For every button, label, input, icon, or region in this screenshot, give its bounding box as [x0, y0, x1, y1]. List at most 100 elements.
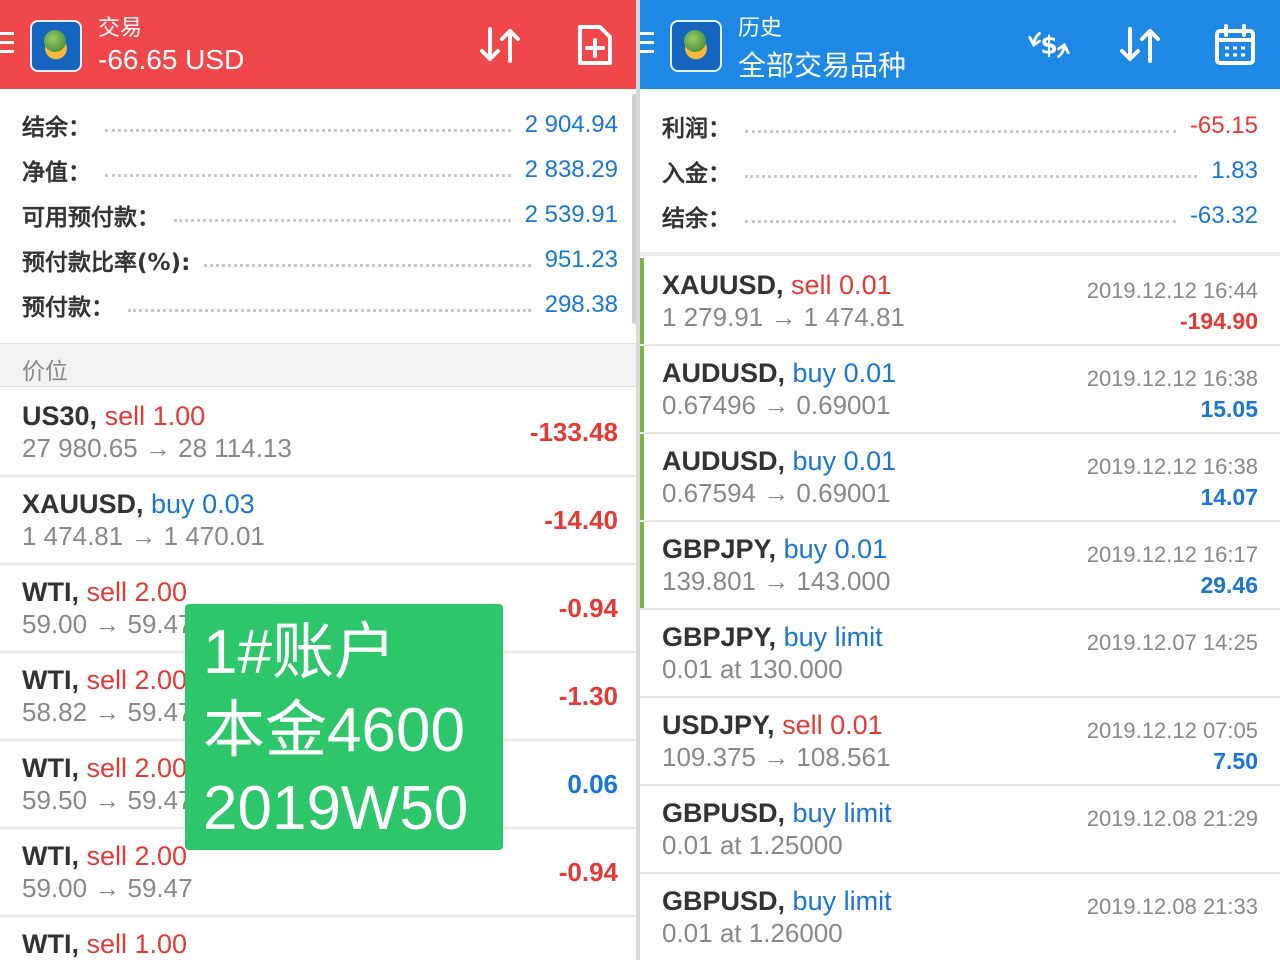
summary-value: 1.83 — [1211, 157, 1258, 184]
menu-icon[interactable] — [640, 32, 654, 56]
dotted-leader — [105, 173, 511, 177]
deal-row[interactable]: AUDUSD, buy 0.01 0.67496 → 0.69001 2019.12… — [640, 346, 1280, 434]
menu-icon[interactable] — [0, 32, 14, 56]
sort-arrows-icon[interactable] — [1118, 22, 1164, 68]
deal-time: 2019.12.12 16:38 — [1086, 454, 1258, 479]
position-row[interactable]: XAUUSD, buy 0.03 1 474.81 → 1 470.01 -14.4… — [0, 477, 640, 565]
open-current-prices: 59.00 → 59.47 — [22, 873, 193, 903]
deal-prices: 139.801 → 143.000 — [662, 566, 891, 596]
position-profit: -0.94 — [558, 593, 618, 623]
trade-title: 交易 — [98, 16, 143, 41]
symbol-name: AUDUSD, — [662, 446, 786, 476]
symbol-name: WTI, — [22, 753, 79, 783]
deal-prices: 0.01 at 1.26000 — [662, 918, 843, 948]
order-side-volume: buy 0.01 — [783, 534, 888, 564]
deal-symbol-line: USDJPY, sell 0.01 — [662, 710, 883, 741]
deal-profit: 7.50 — [1213, 748, 1258, 774]
deal-prices: 1 279.91 → 1 474.81 — [662, 302, 905, 332]
metatrader-logo — [670, 20, 722, 72]
symbol-name: XAUUSD, — [662, 270, 784, 300]
symbol-name: XAUUSD, — [22, 489, 144, 519]
summary-label: 净值： — [22, 160, 91, 186]
order-side-volume: sell 0.01 — [782, 710, 883, 740]
deal-prices: 0.01 at 130.000 — [662, 654, 843, 684]
symbol-name: WTI, — [22, 841, 79, 871]
history-header: 历史 全部交易品种 $ — [640, 0, 1280, 89]
history-filter[interactable]: 全部交易品种 — [738, 44, 906, 84]
summary-label: 可用预付款： — [22, 205, 160, 231]
deal-row[interactable]: GBPUSD, buy limit 0.01 at 1.26000 2019.12.… — [640, 874, 1280, 960]
calendar-icon[interactable] — [1212, 22, 1258, 68]
deal-row[interactable]: USDJPY, sell 0.01 109.375 → 108.561 2019.1… — [640, 698, 1280, 786]
deal-profit: -194.90 — [1179, 308, 1258, 334]
symbol-name: GBPJPY, — [662, 622, 777, 652]
summary-value: 2 904.94 — [524, 111, 618, 138]
symbol-name: AUDUSD, — [662, 358, 786, 388]
open-current-prices: 1 474.81 → 1 470.01 — [22, 521, 265, 551]
summary-value: 951.23 — [544, 246, 618, 273]
order-side-volume: sell 2.00 — [86, 665, 188, 695]
open-current-prices: 58.82 → 59.47 — [22, 697, 193, 727]
summary-value: 2 838.29 — [524, 156, 618, 183]
symbol-name: WTI, — [22, 665, 79, 695]
position-symbol-line: WTI, sell 2.00 — [22, 665, 187, 696]
symbol-name: WTI, — [22, 577, 79, 607]
position-row[interactable]: US30, sell 1.00 27 980.65 → 28 114.13 -133… — [0, 389, 640, 477]
sort-arrows-icon[interactable] — [478, 22, 524, 68]
deal-time: 2019.12.12 16:38 — [1086, 366, 1258, 391]
dotted-leader — [204, 263, 531, 267]
deal-symbol-line: GBPJPY, buy limit — [662, 622, 883, 653]
summary-value: 2 539.91 — [524, 201, 618, 228]
position-symbol-line: WTI, sell 2.00 — [22, 753, 187, 784]
history-summary-row: 结余： -63.32 — [662, 196, 1258, 236]
summary-label: 结余： — [662, 206, 731, 232]
open-current-prices: 27 980.65 → 28 114.13 — [22, 433, 292, 463]
order-side-volume: sell 2.00 — [86, 841, 188, 871]
position-symbol-line: WTI, sell 2.00 — [22, 577, 187, 608]
deal-row[interactable]: GBPJPY, buy limit 0.01 at 130.000 2019.12.… — [640, 610, 1280, 698]
svg-text:$: $ — [1040, 31, 1057, 60]
summary-label: 预付款： — [22, 295, 114, 321]
dotted-leader — [745, 129, 1176, 133]
order-side-volume: buy 0.03 — [151, 489, 255, 519]
symbol-name: GBPJPY, — [662, 534, 777, 564]
deal-time: 2019.12.12 16:17 — [1086, 542, 1258, 567]
position-profit: -14.40 — [544, 505, 618, 535]
deal-row[interactable]: AUDUSD, buy 0.01 0.67594 → 0.69001 2019.12… — [640, 434, 1280, 522]
trade-panel: 交易 -66.65 USD 结余： 2 904.94 净值： 2 838.29 可用预付… — [0, 0, 640, 960]
history-summary-row: 利润： -65.15 — [662, 106, 1258, 146]
deal-symbol-line: XAUUSD, sell 0.01 — [662, 270, 892, 301]
summary-value: 298.38 — [544, 291, 618, 318]
deal-time: 2019.12.12 16:44 — [1086, 278, 1258, 303]
order-side-volume: sell 2.00 — [86, 753, 188, 783]
deal-time: 2019.12.08 21:33 — [1086, 894, 1258, 919]
deal-prices: 0.01 at 1.25000 — [662, 830, 843, 860]
account-summary-row: 结余： 2 904.94 — [22, 105, 618, 145]
order-side-volume: buy limit — [792, 798, 892, 828]
deal-prices: 109.375 → 108.561 — [662, 742, 891, 772]
summary-label: 入金： — [662, 161, 731, 187]
position-row[interactable]: WTI, sell 1.000.03 — [0, 917, 640, 960]
open-current-prices: 59.50 → 59.47 — [22, 785, 193, 815]
history-panel: 历史 全部交易品种 $ 利润： -65.15 入金： 1.83 结余： -63.32 XA… — [640, 0, 1280, 960]
deal-profit: 15.05 — [1200, 396, 1258, 422]
account-summary-row: 预付款： 298.38 — [22, 285, 618, 325]
history-title: 历史 — [738, 16, 783, 41]
order-side-volume: buy 0.01 — [792, 358, 897, 388]
position-symbol-line: WTI, sell 2.00 — [22, 841, 187, 872]
section-prices: 价位 — [0, 343, 640, 387]
deal-time: 2019.12.08 21:29 — [1086, 806, 1258, 831]
section-prices-label: 价位 — [22, 359, 68, 385]
currency-exchange-icon[interactable]: $ — [1026, 22, 1072, 68]
dotted-leader — [745, 219, 1176, 223]
deal-time: 2019.12.12 07:05 — [1086, 718, 1258, 743]
deal-row[interactable]: GBPJPY, buy 0.01 139.801 → 143.000 2019.12… — [640, 522, 1280, 610]
new-document-icon[interactable] — [572, 22, 618, 68]
order-side-volume: sell 2.00 — [86, 577, 188, 607]
deal-row[interactable]: XAUUSD, sell 0.01 1 279.91 → 1 474.81 2019… — [640, 258, 1280, 346]
summary-value: -65.15 — [1189, 112, 1258, 139]
deal-row[interactable]: GBPUSD, buy limit 0.01 at 1.25000 2019.12.… — [640, 786, 1280, 874]
summary-label: 结余： — [22, 115, 91, 141]
open-current-prices: 59.00 → 59.47 — [22, 609, 193, 639]
deal-symbol-line: GBPUSD, buy limit — [662, 886, 892, 917]
